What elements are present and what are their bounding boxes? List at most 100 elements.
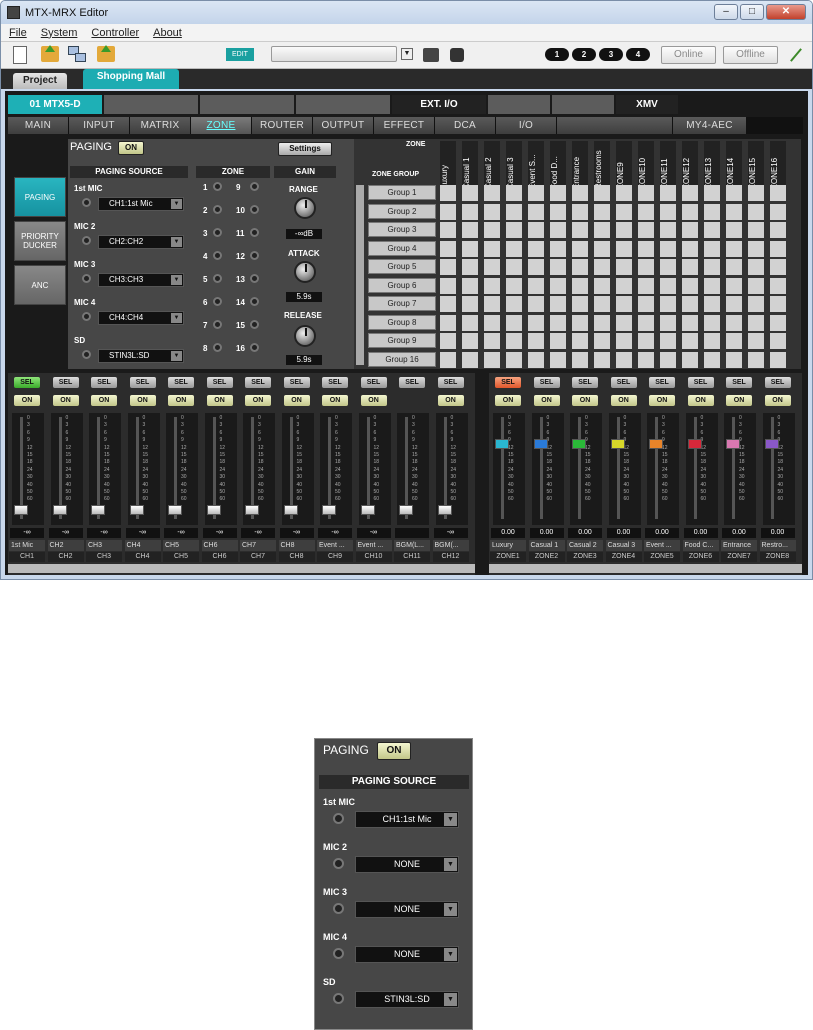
matrix-cell[interactable]	[528, 277, 544, 294]
matrix-cell[interactable]	[638, 314, 654, 331]
tab-project[interactable]: Project	[13, 73, 67, 89]
matrix-cell[interactable]	[550, 259, 566, 275]
zone-led[interactable]	[213, 343, 222, 352]
matrix-cell[interactable]	[638, 351, 654, 368]
matrix-cell[interactable]	[572, 203, 588, 220]
on-button[interactable]: ON	[129, 395, 156, 406]
source-led[interactable]	[82, 236, 91, 245]
horizontal-scrollbar[interactable]	[489, 564, 802, 573]
on-button[interactable]: ON	[533, 395, 560, 406]
matrix-cell[interactable]	[704, 222, 720, 238]
select-button[interactable]: SEL	[91, 377, 117, 388]
menu-file[interactable]: File	[9, 27, 27, 39]
new-file-icon[interactable]	[13, 46, 27, 64]
channel-fader[interactable]: 0 3 6 9 12 15 18 24 30 40 50 60	[531, 413, 564, 525]
paging-on-button[interactable]: ON	[118, 141, 144, 155]
matrix-cell[interactable]	[638, 222, 654, 238]
channel-fader[interactable]: 0 3 6 9 12 15 18 24 30 40 50 60	[397, 413, 429, 525]
matrix-cell[interactable]	[770, 222, 786, 238]
matrix-cell[interactable]	[726, 314, 742, 331]
matrix-cell[interactable]	[638, 240, 654, 257]
range-knob[interactable]	[294, 197, 316, 219]
fader-cap[interactable]	[399, 505, 413, 515]
source-led[interactable]	[82, 198, 91, 207]
zone-led[interactable]	[250, 182, 259, 191]
matrix-cell[interactable]	[704, 203, 720, 220]
zone-led[interactable]	[250, 228, 259, 237]
matrix-cell[interactable]	[682, 314, 698, 331]
matrix-cell[interactable]	[594, 222, 610, 238]
matrix-cell[interactable]	[484, 296, 500, 312]
inset-source-led[interactable]	[333, 858, 344, 869]
matrix-cell[interactable]	[770, 314, 786, 331]
matrix-cell[interactable]	[682, 277, 698, 294]
matrix-cell[interactable]	[572, 314, 588, 331]
inset-source-select[interactable]: CH1:1st Mic ▼	[355, 811, 459, 828]
zone-led[interactable]	[250, 274, 259, 283]
matrix-cell[interactable]	[748, 296, 764, 312]
matrix-cell[interactable]	[660, 277, 676, 294]
matrix-cell[interactable]	[506, 240, 522, 257]
tab-main[interactable]: MAIN	[8, 117, 68, 134]
matrix-cell[interactable]	[638, 296, 654, 312]
matrix-cell[interactable]	[462, 296, 478, 312]
fader-cap[interactable]	[726, 439, 740, 449]
matrix-cell[interactable]	[506, 222, 522, 238]
on-button[interactable]: ON	[764, 395, 791, 406]
channel-fader[interactable]: 0 3 6 9 12 15 18 24 30 40 50 60	[320, 413, 352, 525]
select-button[interactable]: SEL	[726, 377, 752, 388]
select-button[interactable]: SEL	[764, 377, 791, 388]
matrix-cell[interactable]	[770, 203, 786, 220]
nav-anc[interactable]: ANC	[14, 265, 66, 305]
matrix-cell[interactable]	[484, 222, 500, 238]
zone-group-button[interactable]: Group 9	[368, 333, 436, 348]
matrix-cell[interactable]	[660, 203, 676, 220]
matrix-cell[interactable]	[440, 351, 456, 368]
tab-my4-aec[interactable]: MY4-AEC	[673, 117, 746, 134]
matrix-cell[interactable]	[616, 203, 632, 220]
matrix-scrollbar[interactable]	[356, 185, 364, 365]
menu-system[interactable]: System	[41, 27, 78, 39]
select-button[interactable]: SEL	[495, 377, 521, 388]
device-tab-ext-io[interactable]: EXT. I/O	[392, 95, 486, 114]
tab-shopping-mall[interactable]: Shopping Mall	[83, 69, 179, 89]
menu-about[interactable]: About	[153, 27, 182, 39]
source-led[interactable]	[82, 312, 91, 321]
matrix-cell[interactable]	[682, 351, 698, 368]
on-button[interactable]: ON	[437, 395, 464, 406]
zone-led[interactable]	[213, 297, 222, 306]
matrix-cell[interactable]	[726, 222, 742, 238]
zone-led[interactable]	[213, 205, 222, 214]
matrix-cell[interactable]	[484, 314, 500, 331]
inset-source-select[interactable]: STIN3L:SD ▼	[355, 991, 459, 1008]
matrix-cell[interactable]	[682, 222, 698, 238]
online-button[interactable]: Online	[661, 46, 716, 64]
matrix-cell[interactable]	[462, 222, 478, 238]
channel-fader[interactable]: 0 3 6 9 12 15 18 24 30 40 50 60	[12, 413, 44, 525]
matrix-cell[interactable]	[748, 203, 764, 220]
channel-fader[interactable]: 0 3 6 9 12 15 18 24 30 40 50 60	[570, 413, 602, 525]
tab-output[interactable]: OUTPUT	[313, 117, 373, 134]
matrix-cell[interactable]	[572, 333, 588, 349]
zone-led[interactable]	[250, 251, 259, 260]
inset-source-led[interactable]	[333, 813, 344, 824]
matrix-cell[interactable]	[528, 240, 544, 257]
fader-cap[interactable]	[168, 505, 182, 515]
matrix-cell[interactable]	[638, 333, 654, 349]
on-button[interactable]: ON	[726, 395, 752, 406]
matrix-cell[interactable]	[748, 351, 764, 368]
matrix-cell[interactable]	[748, 222, 764, 238]
matrix-cell[interactable]	[484, 240, 500, 257]
matrix-cell[interactable]	[440, 259, 456, 275]
fader-cap[interactable]	[52, 505, 67, 515]
select-button[interactable]: SEL	[206, 377, 233, 388]
matrix-cell[interactable]	[638, 277, 654, 294]
channel-fader[interactable]: 0 3 6 9 12 15 18 24 30 40 50 60	[493, 413, 525, 525]
matrix-cell[interactable]	[440, 203, 456, 220]
select-button[interactable]: SEL	[14, 377, 40, 388]
matrix-cell[interactable]	[660, 259, 676, 275]
matrix-cell[interactable]	[726, 203, 742, 220]
security-icon[interactable]	[450, 48, 464, 62]
matrix-cell[interactable]	[704, 296, 720, 312]
zone-group-button[interactable]: Group 4	[368, 240, 436, 256]
